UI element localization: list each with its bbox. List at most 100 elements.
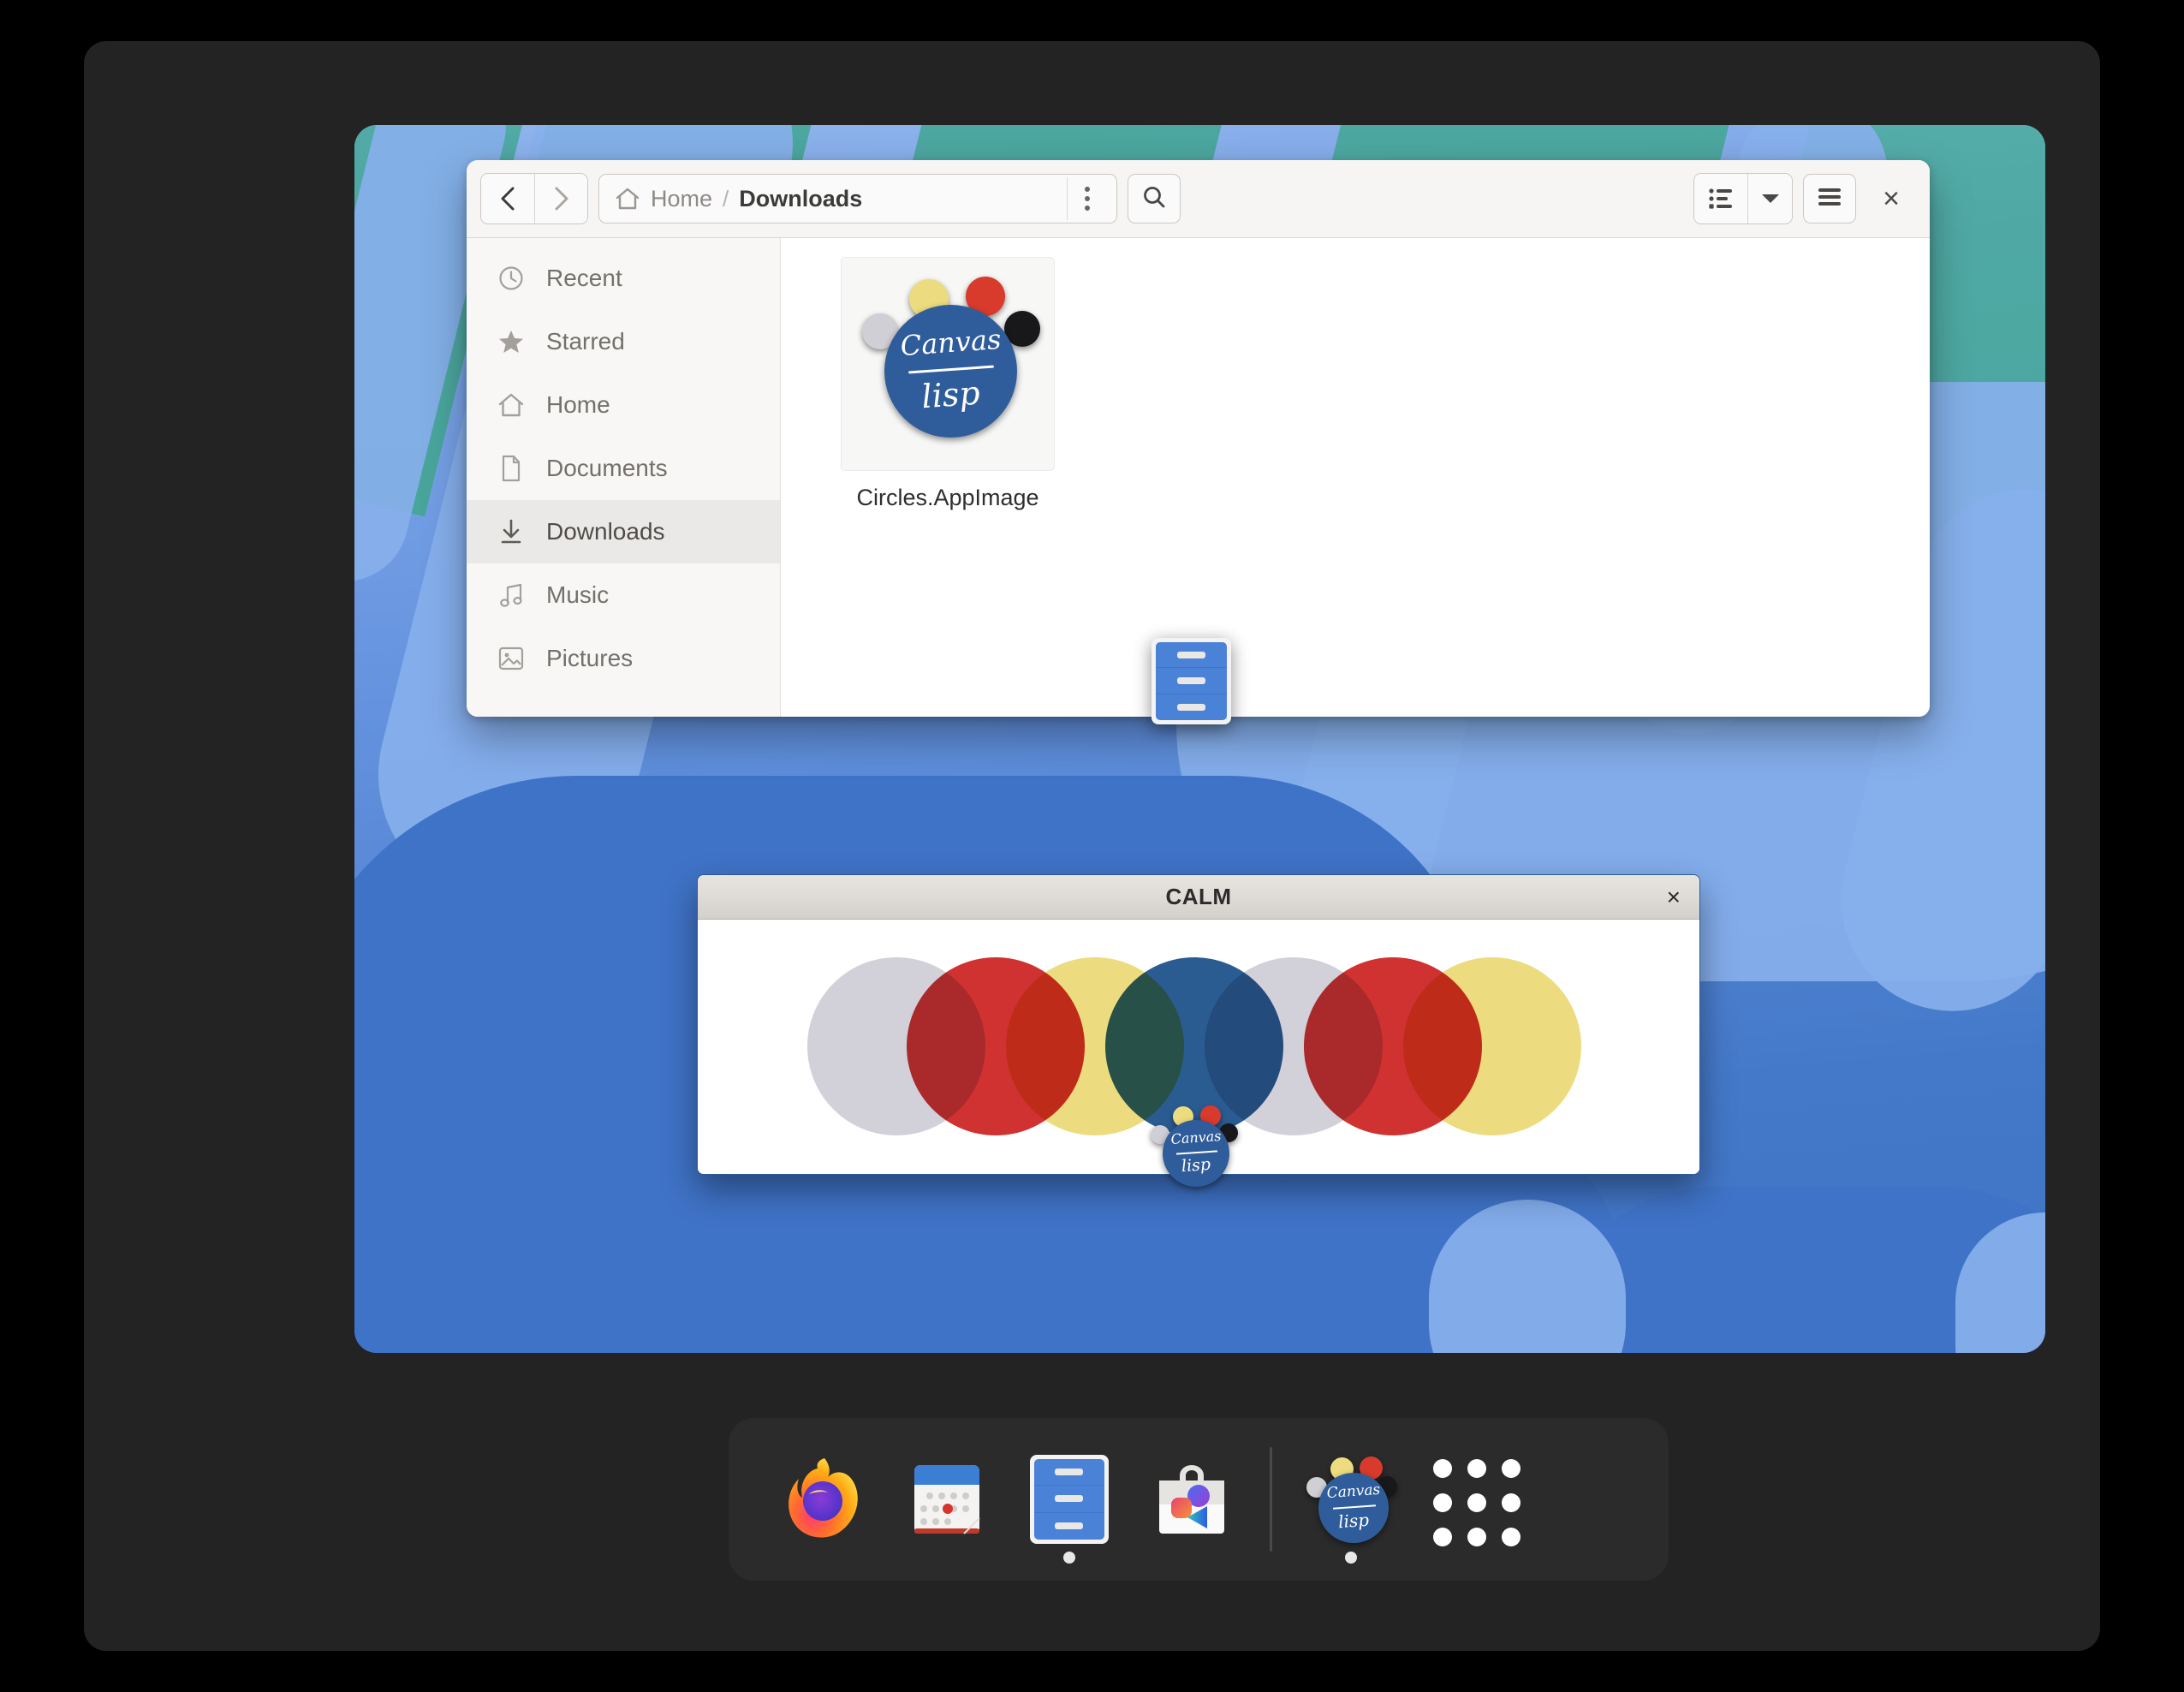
sidebar-item-label: Pictures: [546, 645, 634, 671]
dock-item-canvas-lisp[interactable]: Canvas lisp: [1289, 1418, 1412, 1581]
files-cabinet-icon: [1152, 638, 1231, 724]
cabinet-drawer: [1156, 642, 1227, 669]
files-window[interactable]: Home / Downloads × Recent Starred Home D…: [467, 160, 1930, 717]
image-icon: [497, 644, 526, 673]
canvas-lisp-main-circle: Canvas lisp: [1318, 1473, 1389, 1543]
calm-window-title: CALM: [1165, 884, 1232, 909]
canvas-lisp-main-circle: Canvas lisp: [1163, 1120, 1229, 1187]
cabinet-drawer: [1034, 1513, 1104, 1540]
canvas-lisp-wordmark-top: Canvas: [1325, 1480, 1381, 1503]
canvas-lisp-rule: [1175, 1150, 1218, 1155]
drawer-handle-icon: [1176, 676, 1206, 684]
file-item-circles-appimage[interactable]: Canvas lisp Circles.AppImage: [841, 257, 1055, 511]
desktop-shell: Home / Downloads × Recent Starred Home D…: [84, 41, 2100, 1651]
file-name-label: Circles.AppImage: [856, 485, 1039, 510]
canvas-lisp-wordmark-top: Canvas: [1169, 1127, 1222, 1148]
sidebar-item-documents[interactable]: Documents: [467, 437, 780, 500]
cabinet-frame: [1029, 1455, 1109, 1544]
home-icon: [497, 390, 526, 420]
sidebar-item-label: Recent: [546, 265, 622, 291]
software-bag-icon: [1146, 1453, 1238, 1546]
calm-circle-yellow-2: [1403, 957, 1581, 1135]
close-icon: ×: [1883, 182, 1900, 215]
sidebar-item-label: Home: [546, 391, 610, 418]
cabinet-drawer: [1156, 668, 1227, 694]
canvas-lisp-rule: [908, 365, 994, 374]
vertical-dots-icon: [1085, 187, 1090, 211]
dock-item-software[interactable]: [1130, 1418, 1253, 1581]
app-grid-icon: [1432, 1459, 1520, 1546]
chevron-left-icon: [497, 186, 519, 212]
dock-divider: [1270, 1447, 1272, 1552]
list-view-button[interactable]: [1694, 174, 1747, 223]
cabinet-drawer: [1033, 1486, 1104, 1513]
pathbar[interactable]: Home / Downloads: [598, 174, 1117, 223]
calm-titlebar[interactable]: CALM ×: [698, 875, 1699, 920]
document-icon: [497, 454, 526, 483]
window-close-button[interactable]: ×: [1866, 174, 1916, 223]
running-indicator: [1344, 1552, 1357, 1564]
canvas-lisp-wordmark-bottom: lisp: [1181, 1154, 1211, 1177]
dragged-files-cabinet-icon[interactable]: [1152, 638, 1231, 724]
dock-item-files[interactable]: [1008, 1418, 1130, 1581]
sidebar-item-starred[interactable]: Starred: [467, 310, 780, 373]
cabinet-drawer: [1033, 1459, 1104, 1486]
view-options-dropdown[interactable]: [1747, 174, 1792, 223]
canvas-lisp-icon: Canvas lisp: [1305, 1453, 1397, 1546]
chevron-right-icon: [550, 186, 573, 212]
drag-cursor-canvas-lisp-icon: Canvas lisp: [1151, 1101, 1240, 1190]
running-indicator: [1062, 1552, 1075, 1564]
download-icon: [497, 517, 526, 546]
firefox-icon: [778, 1453, 871, 1546]
screen-frame: Home / Downloads × Recent Starred Home D…: [0, 0, 2184, 1692]
breadcrumb-current[interactable]: Downloads: [739, 186, 862, 212]
star-icon: [497, 327, 526, 356]
home-icon[interactable]: [615, 187, 640, 211]
file-list-area[interactable]: Canvas lisp Circles.AppImage: [781, 238, 1930, 717]
back-button[interactable]: [481, 174, 534, 223]
music-note-icon: [497, 581, 526, 610]
view-button-group: [1693, 173, 1793, 224]
canvas-lisp-wordmark-bottom: lisp: [1336, 1509, 1370, 1533]
sidebar-item-music[interactable]: Music: [467, 563, 780, 627]
sidebar-item-home[interactable]: Home: [467, 373, 780, 437]
breadcrumb: Home / Downloads: [615, 186, 1056, 212]
cabinet-body: [1156, 642, 1227, 720]
main-menu-button[interactable]: [1803, 174, 1856, 223]
breadcrumb-home[interactable]: Home: [651, 186, 712, 212]
search-button[interactable]: [1127, 174, 1181, 223]
cabinet-drawer: [1156, 694, 1227, 720]
dock: Canvas lisp: [729, 1418, 1669, 1581]
dock-item-firefox[interactable]: [763, 1418, 885, 1581]
sidebar: Recent Starred Home Documents Downloads …: [467, 238, 781, 717]
sidebar-item-recent[interactable]: Recent: [467, 247, 780, 310]
calendar-icon: [901, 1453, 993, 1546]
drawer-handle-icon: [1176, 703, 1206, 711]
sidebar-item-label: Music: [546, 581, 610, 608]
search-icon: [1141, 184, 1167, 214]
drawer-handle-icon: [1055, 1522, 1083, 1530]
chevron-down-icon: [1761, 193, 1780, 205]
forward-button[interactable]: [534, 174, 587, 223]
dock-item-show-applications[interactable]: [1412, 1418, 1534, 1581]
drawer-handle-icon: [1055, 1495, 1083, 1503]
sidebar-item-pictures[interactable]: Pictures: [467, 627, 780, 690]
sidebar-item-label: Documents: [546, 455, 668, 481]
drawer-handle-icon: [1055, 1469, 1083, 1476]
canvas-lisp-appimage-icon: Canvas lisp: [842, 258, 1054, 470]
canvas-lisp-wordmark-bottom: lisp: [919, 373, 982, 416]
dock-item-calendar[interactable]: [885, 1418, 1008, 1581]
canvas-lisp-rule: [1332, 1504, 1376, 1510]
drawer-handle-icon: [1176, 651, 1206, 658]
nav-button-group: [480, 173, 588, 224]
canvas-lisp-main-circle: Canvas lisp: [884, 305, 1017, 438]
files-cabinet-icon: [1029, 1455, 1109, 1544]
breadcrumb-separator: /: [723, 185, 729, 212]
cabinet-body: [1033, 1459, 1104, 1540]
calm-close-button[interactable]: ×: [1667, 885, 1681, 909]
file-thumbnail: Canvas lisp: [841, 257, 1055, 471]
clock-icon: [497, 264, 526, 293]
pathbar-menu-button[interactable]: [1066, 177, 1108, 220]
sidebar-item-downloads[interactable]: Downloads: [467, 500, 780, 563]
canvas-lisp-wordmark-top: Canvas: [899, 322, 1003, 363]
